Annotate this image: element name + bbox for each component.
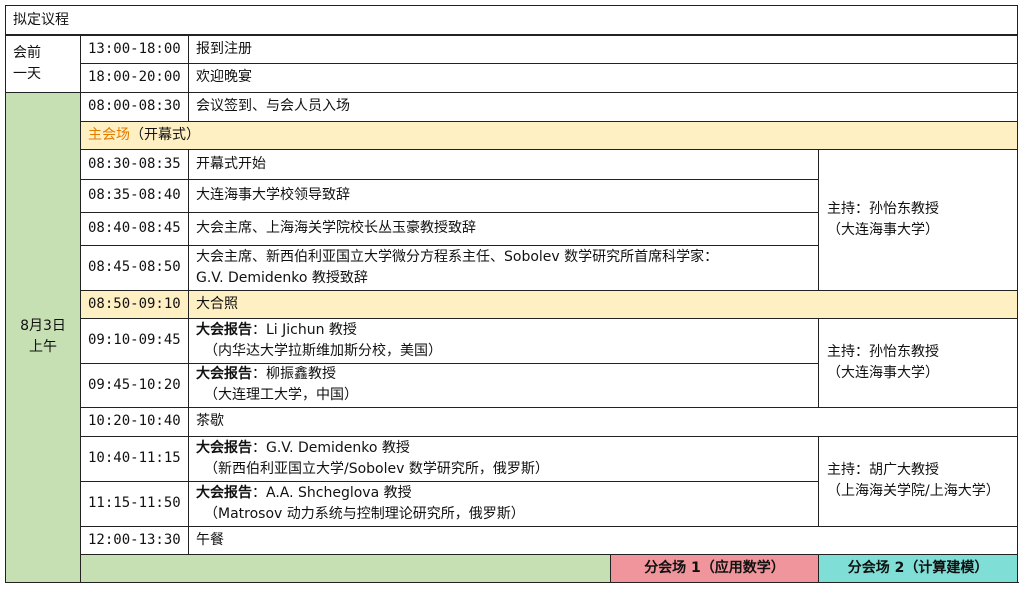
host-affiliation: （上海海关学院/上海大学） xyxy=(827,483,1000,499)
talk-cell: 大会报告：A.A. Shcheglova 教授 （Matrosov 动力系统与控… xyxy=(188,480,819,527)
host-cell: 主持：胡广大教授 （上海海关学院/上海大学） xyxy=(817,435,1019,527)
time-cell: 09:10-09:45 xyxy=(80,317,189,364)
host-cell: 主持：孙怡东教授 （大连海事大学） xyxy=(817,148,1019,291)
talk-speaker: ：A.A. Shcheglova 教授 xyxy=(252,484,412,501)
time-cell: 08:35-08:40 xyxy=(80,178,189,213)
time-cell: 13:00-18:00 xyxy=(80,34,189,64)
venue-note: （开幕式） xyxy=(130,126,200,143)
talk-prefix: 大会报告 xyxy=(196,366,252,382)
talk-prefix: 大会报告 xyxy=(196,484,252,501)
talk-cell: 大会报告：Li Jichun 教授 （内华达大学拉斯维加斯分校，美国） xyxy=(188,317,819,364)
host-affiliation: （大连海事大学） xyxy=(827,364,939,381)
time-cell: 11:15-11:50 xyxy=(80,480,189,527)
talk-prefix: 大会报告 xyxy=(196,321,252,338)
talk-affiliation: （Matrosov 动力系统与控制理论研究所，俄罗斯） xyxy=(204,505,525,522)
event-cell: 会议签到、与会人员入场 xyxy=(187,91,1019,122)
agenda-title: 拟定议程 xyxy=(4,5,1019,36)
branch-row-spacer xyxy=(80,553,611,583)
talk-cell: 大会报告：G.V. Demidenko 教授 （新西伯利亚国立大学/Sobole… xyxy=(188,435,819,482)
event-cell: 大会主席、新西伯利亚国立大学微分方程系主任、Sobolev 数学研究所首席科学家… xyxy=(188,244,819,291)
event-cell: 大合照 xyxy=(187,289,1019,319)
venue-name: 主会场 xyxy=(88,126,130,143)
time-cell: 10:40-11:15 xyxy=(80,435,189,482)
event-cell: 报到注册 xyxy=(187,34,1019,64)
time-cell: 08:45-08:50 xyxy=(80,244,189,291)
time-cell: 09:45-10:20 xyxy=(80,362,189,408)
talk-speaker: ：柳振鑫教授 xyxy=(252,366,336,382)
time-cell: 08:50-09:10 xyxy=(80,289,189,319)
agenda-table: 拟定议程 会前 一天 13:00-18:00 报到注册 18:00-20:00 … xyxy=(4,5,1019,583)
day1-label: 8月3日 上午 xyxy=(5,91,81,583)
talk-prefix: 大会报告 xyxy=(196,439,252,456)
event-cell: 欢迎晚宴 xyxy=(187,62,1019,93)
time-cell: 08:30-08:35 xyxy=(80,148,189,180)
event-cell: 开幕式开始 xyxy=(188,148,819,180)
host-name: 主持：孙怡东教授 xyxy=(827,200,939,217)
host-name: 主持：胡广大教授 xyxy=(827,462,939,478)
talk-cell: 大会报告：柳振鑫教授 （大连理工大学，中国） xyxy=(188,362,819,408)
host-name: 主持：孙怡东教授 xyxy=(827,343,939,360)
time-cell: 10:20-10:40 xyxy=(80,406,189,437)
time-cell: 08:40-08:45 xyxy=(80,211,189,246)
branch1-header: 分会场 1（应用数学） xyxy=(610,553,819,583)
event-cell: 午餐 xyxy=(187,525,1019,555)
talk-affiliation: （新西伯利亚国立大学/Sobolev 数学研究所，俄罗斯） xyxy=(204,460,549,477)
time-cell: 18:00-20:00 xyxy=(80,62,189,93)
branch2-header: 分会场 2（计算建模） xyxy=(817,553,1019,583)
host-cell: 主持：孙怡东教授 （大连海事大学） xyxy=(817,317,1019,408)
talk-affiliation: （大连理工大学，中国） xyxy=(204,387,358,403)
day1-label-line1: 8月3日 xyxy=(20,318,66,334)
event-cell: 大会主席、上海海关学院校长丛玉豪教授致辞 xyxy=(188,211,819,246)
talk-speaker: ：G.V. Demidenko 教授 xyxy=(252,439,410,456)
event-cell: 大连海事大学校领导致辞 xyxy=(188,178,819,213)
talk-speaker: ：Li Jichun 教授 xyxy=(252,321,357,338)
event-cell: 茶歇 xyxy=(187,406,1019,437)
day1-label-line2: 上午 xyxy=(29,339,57,355)
pre-day-label-line1: 会前 xyxy=(13,44,41,61)
event-text-continued: G.V. Demidenko 教授致辞 xyxy=(196,269,368,286)
time-cell: 08:00-08:30 xyxy=(80,91,189,122)
time-cell: 12:00-13:30 xyxy=(80,525,189,555)
host-affiliation: （大连海事大学） xyxy=(827,221,939,238)
pre-day-label-line2: 一天 xyxy=(13,65,41,82)
event-text: 大会主席、新西伯利亚国立大学微分方程系主任、Sobolev 数学研究所首席科学家… xyxy=(196,248,719,265)
pre-day-label: 会前 一天 xyxy=(5,34,81,93)
venue-row: 主会场（开幕式） xyxy=(79,120,1019,150)
talk-affiliation: （内华达大学拉斯维加斯分校，美国） xyxy=(204,342,442,359)
